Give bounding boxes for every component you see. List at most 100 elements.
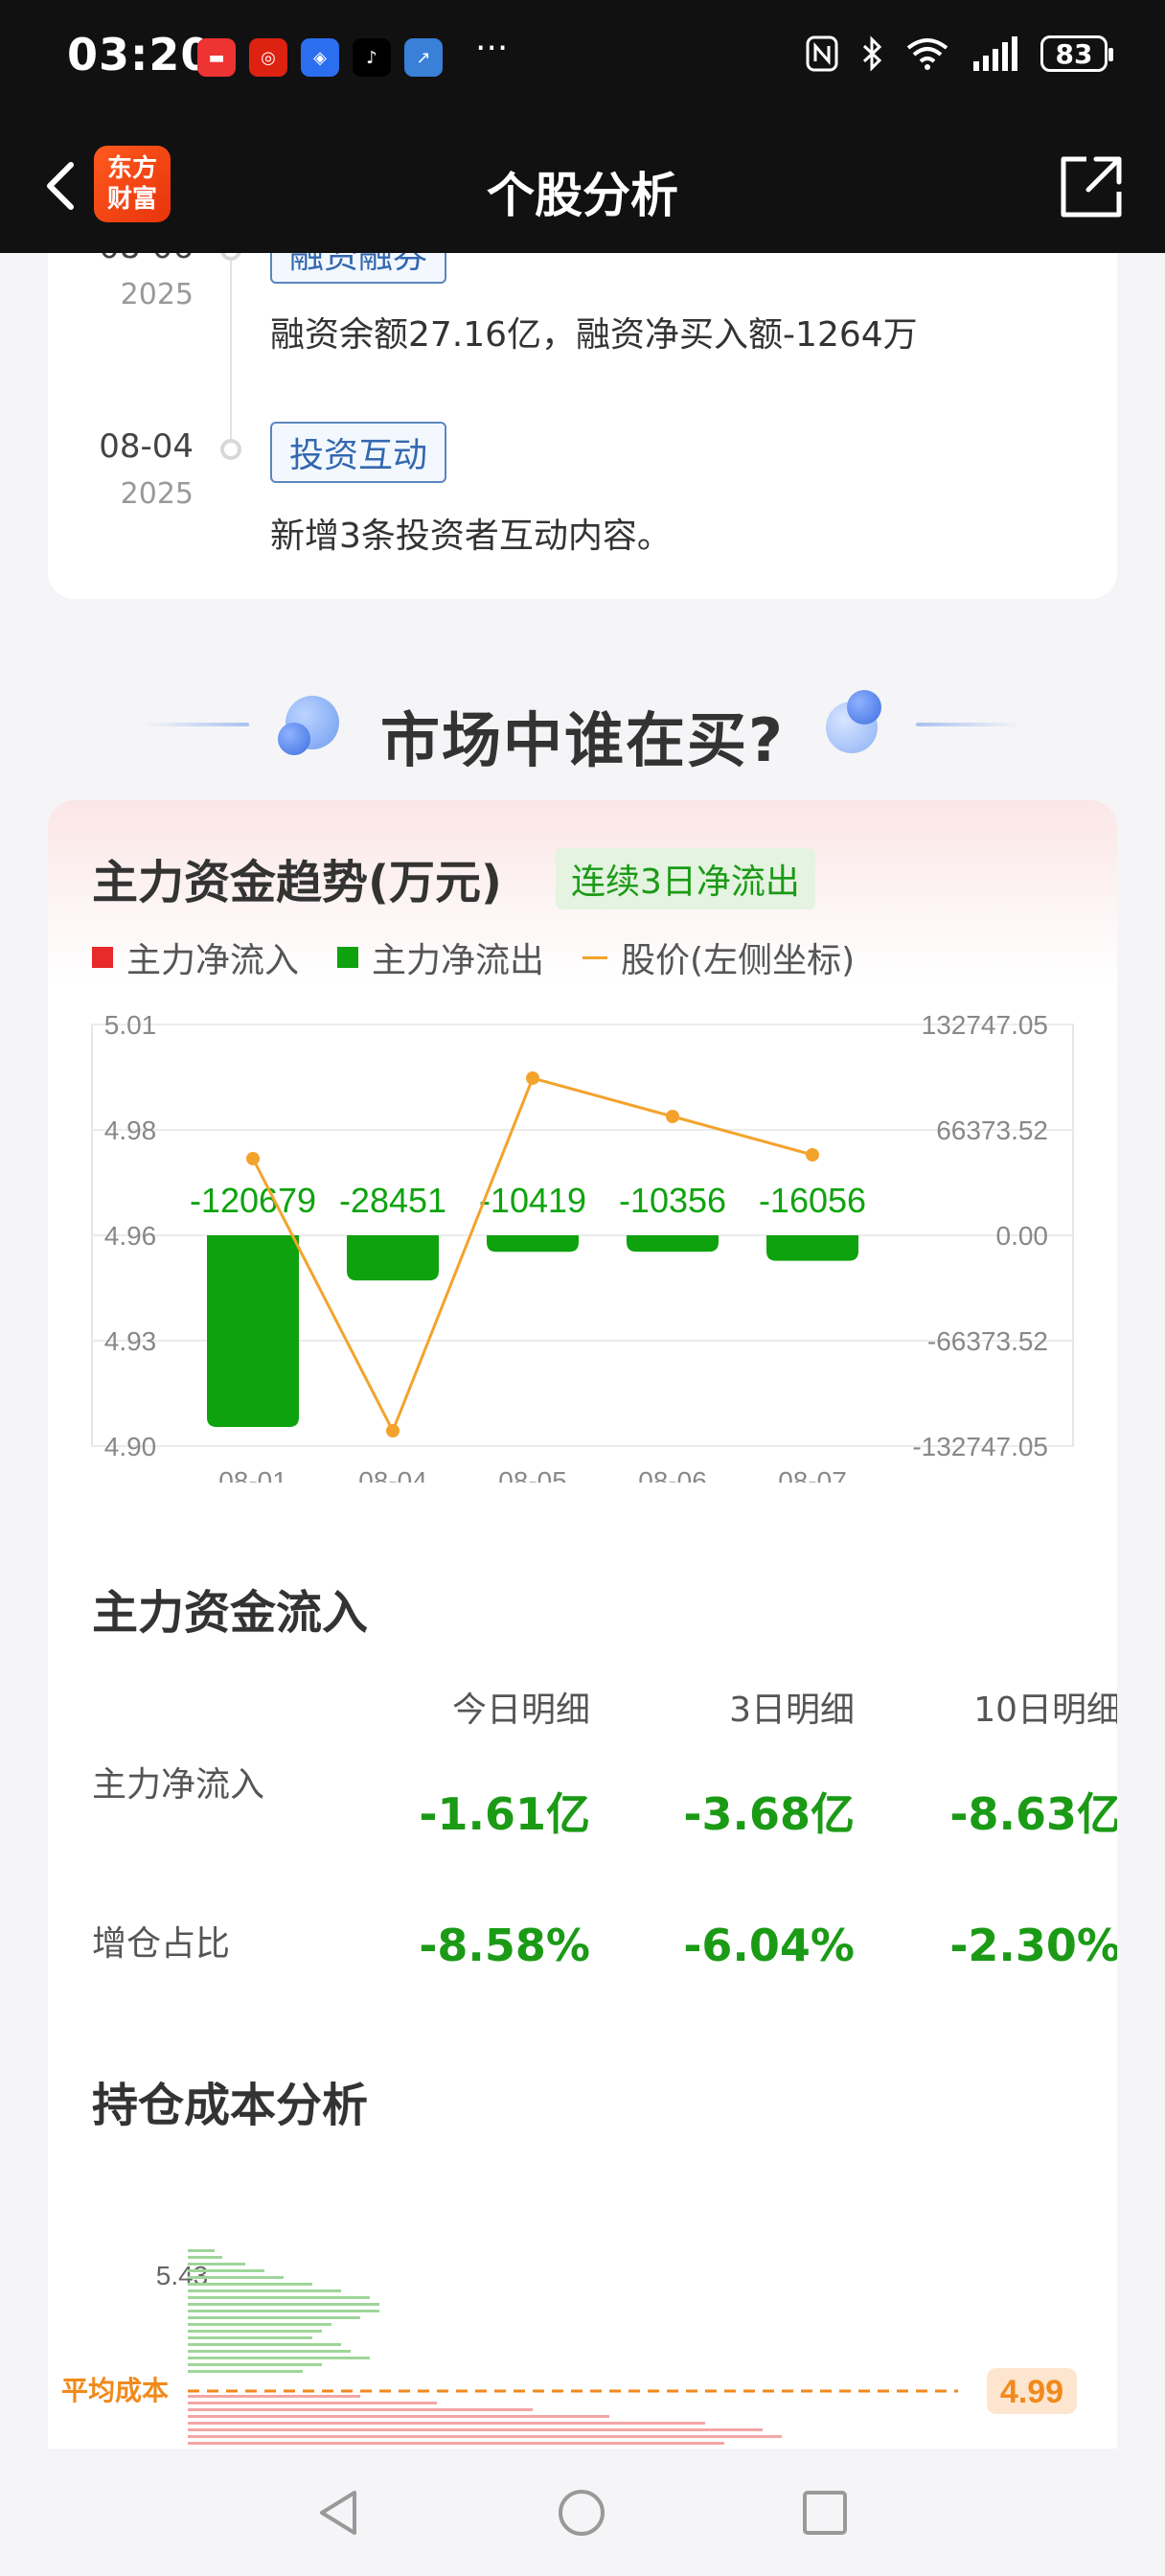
cost-bars [188, 2249, 782, 2445]
bluetooth-icon [862, 35, 882, 72]
timeline-text: 新增3条投资者互动内容。 [270, 517, 672, 556]
x-tick-label: 08-05 [498, 1466, 567, 1483]
cost-bar-loss [188, 2402, 437, 2404]
outflow-bar [207, 1235, 299, 1427]
left-tick-label: 5.01 [104, 1013, 157, 1040]
cost-bar-profit [188, 2330, 322, 2333]
bar-value-label: -16056 [759, 1181, 866, 1220]
share-icon[interactable] [1054, 148, 1131, 224]
left-tick-label: 4.93 [104, 1326, 157, 1356]
notification-icons: ▬ ◎ ◈ ♪ ↗ [197, 38, 443, 77]
cost-bar-loss [188, 2435, 782, 2438]
signal-icon [973, 36, 1017, 71]
outflow-bar [347, 1235, 439, 1281]
tiktok-app-icon: ♪ [353, 38, 391, 77]
outflow-bar [487, 1235, 579, 1253]
timeline-date: 08-04 [99, 427, 194, 466]
timeline-year: 2025 [120, 477, 194, 511]
cost-bar-profit [188, 2350, 351, 2353]
system-nav-bar [0, 2449, 1165, 2576]
price-point [806, 1148, 819, 1162]
price-line [251, 1076, 813, 1435]
huawei-app-icon: ▬ [197, 38, 236, 77]
status-bar: 03:20 ▬ ◎ ◈ ♪ ↗ ··· 83 [0, 0, 1165, 123]
cost-bar-profit [188, 2276, 284, 2279]
system-icons: 83 [805, 34, 1113, 73]
battery-icon: 83 [1040, 35, 1113, 72]
bar-value-label: -10419 [479, 1181, 586, 1220]
top-nav-bar-foreground: 东方 财富 个股分析 [0, 123, 1165, 253]
cost-analysis-title: 持仓成本分析 [92, 2079, 369, 2132]
legend-inflow[interactable]: 主力净流入 [92, 932, 299, 982]
cost-bar-profit [188, 2256, 222, 2259]
timeline-tag[interactable]: 投资互动 [270, 422, 447, 483]
nav-recents-square-icon[interactable] [799, 2487, 851, 2539]
right-tick-label: 66373.52 [936, 1116, 1048, 1145]
cost-bar-loss [188, 2415, 609, 2418]
bar-value-label: -28451 [339, 1181, 446, 1220]
nav-home-circle-icon[interactable] [556, 2487, 607, 2539]
flow-value: -3.68亿 [683, 1788, 855, 1840]
bar-value-label: -120679 [190, 1181, 316, 1220]
price-point [246, 1152, 260, 1165]
flow-value: -8.63亿 [949, 1788, 1117, 1840]
price-point [666, 1110, 679, 1123]
flow-value: -1.61亿 [419, 1788, 590, 1840]
legend-outflow[interactable]: 主力净流出 [337, 932, 544, 982]
flow-row-label: 主力净流入 [92, 1765, 265, 1805]
more-notifications-icon: ··· [475, 29, 509, 68]
cost-bar-profit [188, 2283, 312, 2286]
section-line-right [916, 723, 1021, 726]
left-tick-label: 4.96 [104, 1221, 157, 1251]
stock-app-icon: ↗ [404, 38, 443, 77]
cost-bar-profit [188, 2289, 341, 2292]
outflow-badge: 连续3日净流出 [556, 848, 815, 909]
flow-value: -2.30% [949, 1920, 1117, 1971]
cost-bar-profit [188, 2296, 370, 2299]
cost-bar-profit [188, 2310, 379, 2312]
battery-level: 83 [1055, 37, 1093, 70]
cost-bar-loss [188, 2428, 763, 2431]
legend-price[interactable]: 股价(左侧坐标) [582, 932, 855, 982]
legend-outflow-label: 主力净流出 [372, 941, 545, 980]
left-tick-label: 4.90 [104, 1432, 157, 1461]
fund-trend-chart: 5.01 132747.05 4.98 66373.52 4.96 0.00 4.93 -66… [91, 1013, 1074, 1483]
x-tick-label: 08-07 [778, 1466, 847, 1483]
cost-bar-loss [188, 2408, 533, 2411]
cost-bar-profit [188, 2249, 215, 2252]
cost-distribution-chart: 5.43 平均成本 4.99 [61, 2249, 1077, 2445]
outflow-bar [766, 1235, 858, 1261]
timeline-year: 2025 [120, 278, 194, 311]
nav-back-triangle-icon[interactable] [312, 2487, 364, 2539]
bubble-decoration [847, 690, 881, 724]
cost-bar-profit [188, 2303, 379, 2306]
blue-app-icon: ◈ [301, 38, 339, 77]
right-tick-label: -132747.05 [912, 1432, 1048, 1461]
flow-header-3day: 3日明细 [729, 1690, 855, 1730]
left-tick-label: 4.98 [104, 1116, 157, 1145]
right-tick-label: 132747.05 [922, 1013, 1048, 1040]
cost-bar-profit [188, 2323, 331, 2326]
cost-bar-profit [188, 2357, 370, 2359]
flow-value: -8.58% [419, 1920, 590, 1971]
right-tick-label: 0.00 [996, 1221, 1049, 1251]
fund-analysis-card: 主力资金趋势(万元) 连续3日净流出 主力净流入 主力净流出 股价(左侧坐标) … [48, 800, 1117, 2449]
chart-legend: 主力净流入 主力净流出 股价(左侧坐标) [92, 932, 855, 982]
cost-bar-profit [188, 2336, 312, 2339]
flow-value: -6.04% [683, 1920, 855, 1971]
flow-row-label: 增仓占比 [92, 1924, 231, 1964]
x-tick-label: 08-01 [218, 1466, 287, 1483]
right-tick-label: -66373.52 [927, 1326, 1048, 1356]
fund-flow-title: 主力资金流入 [92, 1586, 369, 1640]
bar-value-label: -10356 [619, 1181, 726, 1220]
cost-bar-profit [188, 2263, 245, 2266]
cost-bar-profit [188, 2343, 341, 2346]
legend-price-swatch [582, 955, 608, 959]
cost-bar-loss [188, 2422, 705, 2425]
outflow-bar [627, 1235, 719, 1253]
cost-bar-profit [188, 2316, 360, 2319]
avg-cost-label: 平均成本 [61, 2376, 169, 2405]
price-point [526, 1071, 539, 1085]
cost-bar-profit [188, 2269, 264, 2272]
legend-inflow-swatch [92, 947, 113, 968]
